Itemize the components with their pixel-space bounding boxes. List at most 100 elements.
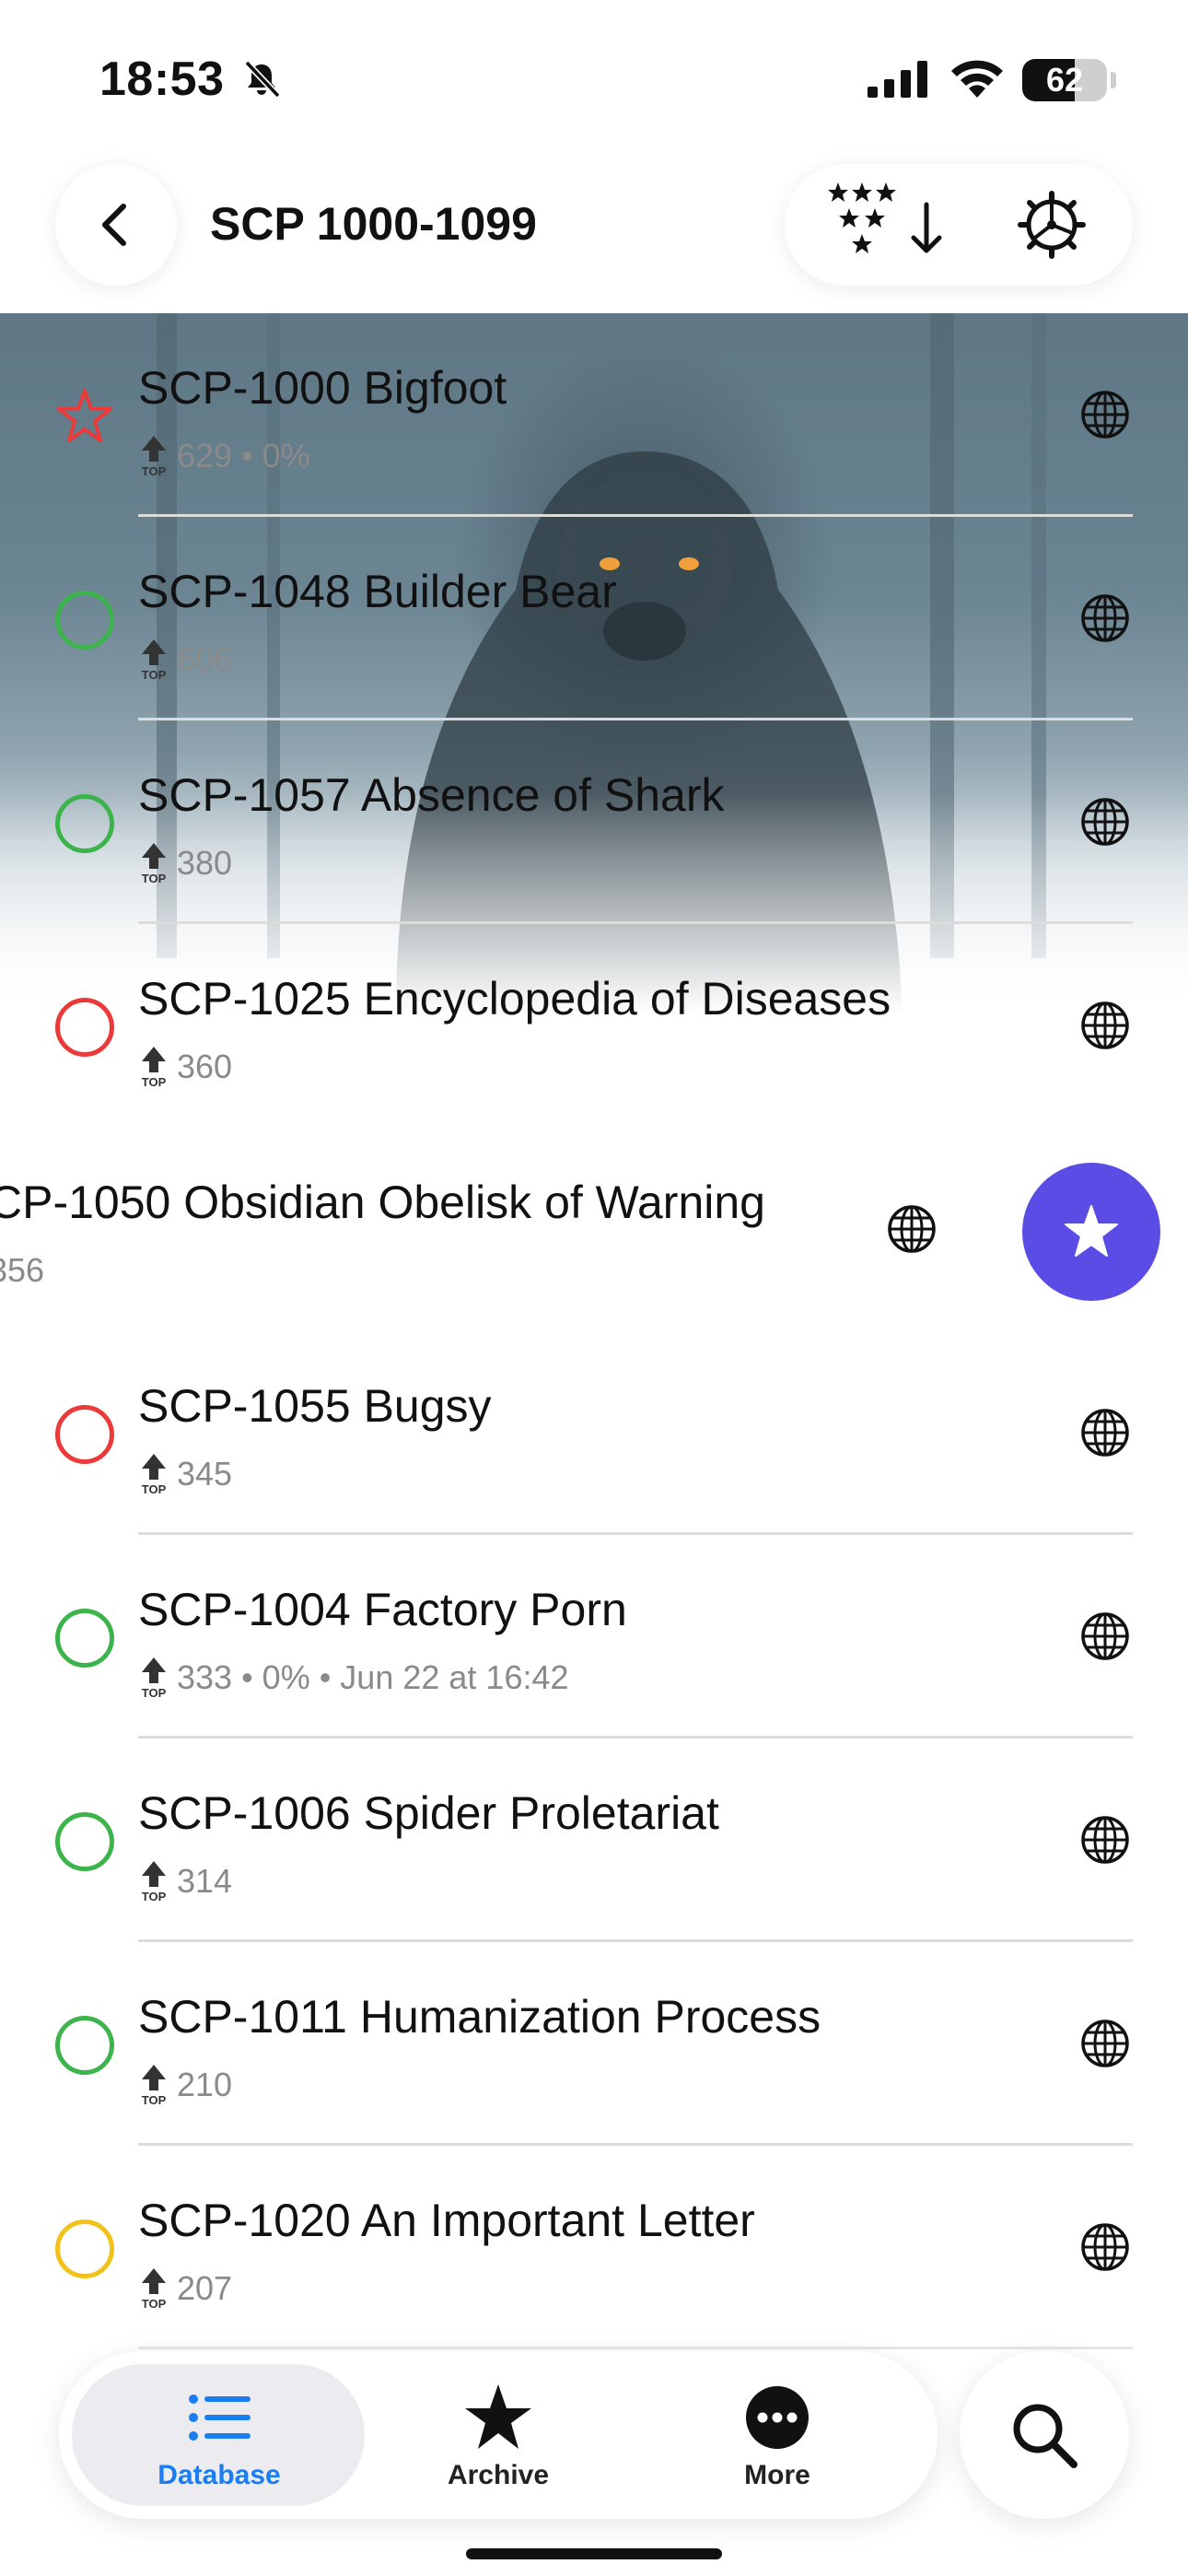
- chevron-left-icon: [102, 204, 126, 246]
- item-title: SCP-1011 Humanization Process: [138, 1991, 821, 2043]
- item-title: SCP-1020 An Important Letter: [138, 2195, 755, 2246]
- sort-button[interactable]: [812, 177, 950, 273]
- list-item[interactable]: SCP-1004 Factory Porn TOP 333 • 0% • Jun…: [0, 1535, 1188, 1739]
- top-rating-icon: TOP: [142, 1861, 167, 1903]
- status-circle-icon: [55, 794, 114, 853]
- star-outline-icon: [57, 389, 112, 442]
- status-circle-icon: [55, 591, 114, 650]
- item-meta: TOP 360: [138, 1042, 232, 1092]
- status-circle-icon: [55, 998, 114, 1057]
- cellular-signal-icon: [868, 61, 927, 98]
- globe-icon[interactable]: [1077, 998, 1133, 1053]
- search-button[interactable]: [960, 2351, 1129, 2519]
- item-meta: TOP 345: [138, 1449, 232, 1499]
- tab-label: More: [744, 2460, 810, 2490]
- status-bar: 18:53 62: [0, 0, 1188, 157]
- tab-label: Database: [157, 2460, 281, 2490]
- globe-icon[interactable]: [1077, 2219, 1133, 2275]
- battery-indicator: 62: [1022, 59, 1107, 101]
- svg-text:TOP: TOP: [142, 872, 167, 885]
- list-item[interactable]: SCP-1006 Spider Proletariat TOP 314: [0, 1739, 1188, 1942]
- item-title: CP-1050 Obsidian Obelisk of Warning: [0, 1177, 765, 1228]
- item-meta-text: 207: [177, 2269, 233, 2307]
- header-actions: [785, 164, 1133, 286]
- list-item[interactable]: SCP-1055 Bugsy TOP 345: [0, 1331, 1188, 1535]
- item-title: SCP-1000 Bigfoot: [138, 362, 507, 414]
- item-title: SCP-1048 Builder Bear: [138, 566, 617, 617]
- status-circle-icon: [55, 1405, 114, 1464]
- status-circle-icon: [55, 2016, 114, 2075]
- item-meta: TOP 629 • 0%: [138, 431, 310, 481]
- item-meta: TOP 314: [138, 1856, 232, 1906]
- page-title: SCP 1000-1099: [210, 198, 537, 250]
- globe-icon[interactable]: [1077, 387, 1133, 442]
- globe-icon[interactable]: [1077, 1405, 1133, 1460]
- tab-database[interactable]: Database: [81, 2368, 357, 2506]
- more-dots-icon: [746, 2386, 809, 2449]
- item-meta: TOP 606: [138, 635, 232, 685]
- svg-text:TOP: TOP: [142, 1075, 167, 1089]
- svg-text:TOP: TOP: [142, 1890, 167, 1903]
- item-meta: TOP 380: [138, 838, 232, 888]
- bell-slash-icon: [244, 60, 281, 99]
- battery-tip: [1111, 72, 1116, 88]
- tab-label: Archive: [447, 2460, 550, 2490]
- globe-icon[interactable]: [1077, 591, 1133, 646]
- svg-text:TOP: TOP: [142, 668, 167, 682]
- list-item[interactable]: SCP-1000 Bigfoot TOP 629 • 0%: [0, 313, 1188, 517]
- top-rating-icon: TOP: [142, 1454, 167, 1496]
- star-icon: [465, 2384, 531, 2449]
- item-meta: 356: [0, 1246, 44, 1295]
- list-icon: [189, 2395, 250, 2441]
- item-title: SCP-1004 Factory Porn: [138, 1584, 627, 1635]
- scp-list[interactable]: SCP-1000 Bigfoot TOP 629 • 0% SCP-1048 B…: [0, 313, 1188, 2576]
- status-time: 18:53: [99, 53, 225, 106]
- add-favorite-button[interactable]: [1022, 1163, 1160, 1301]
- header: SCP 1000-1099: [0, 157, 1188, 313]
- list-item[interactable]: SCP-1048 Builder Bear TOP 606: [0, 517, 1188, 720]
- list-item[interactable]: SCP-1011 Humanization Process TOP 210: [0, 1942, 1188, 2146]
- list-item-swiped[interactable]: CP-1050 Obsidian Obelisk of Warning 356: [0, 1128, 1188, 1331]
- item-meta-text: 606: [177, 640, 233, 678]
- item-meta-text: 360: [177, 1048, 233, 1085]
- list-item[interactable]: SCP-1057 Absence of Shark TOP 380: [0, 720, 1188, 924]
- item-title: SCP-1057 Absence of Shark: [138, 769, 725, 821]
- item-meta-text: 380: [177, 844, 233, 882]
- item-meta-text: 333 • 0% • Jun 22 at 16:42: [177, 1658, 569, 1696]
- item-title: SCP-1006 Spider Proletariat: [138, 1787, 719, 1839]
- status-circle-icon: [55, 1812, 114, 1871]
- top-rating-icon: TOP: [142, 843, 167, 885]
- item-title: SCP-1055 Bugsy: [138, 1380, 492, 1432]
- item-title: SCP-1025 Encyclopedia of Diseases: [138, 973, 891, 1025]
- item-meta-text: 629 • 0%: [177, 437, 310, 474]
- item-meta-text: 210: [177, 2066, 233, 2103]
- settings-wheel-icon: [1018, 191, 1086, 259]
- svg-text:TOP: TOP: [142, 1482, 167, 1496]
- globe-icon[interactable]: [1077, 794, 1133, 849]
- back-button[interactable]: [55, 164, 177, 286]
- item-meta-text: 345: [177, 1455, 233, 1493]
- item-meta: TOP 210: [138, 2060, 232, 2110]
- svg-text:TOP: TOP: [142, 464, 167, 478]
- globe-icon[interactable]: [884, 1201, 939, 1257]
- globe-icon[interactable]: [1077, 2016, 1133, 2071]
- top-rating-icon: TOP: [142, 436, 167, 478]
- item-meta: TOP 333 • 0% • Jun 22 at 16:42: [138, 1653, 569, 1703]
- top-rating-icon: TOP: [142, 639, 167, 682]
- item-meta-text: 356: [0, 1251, 45, 1289]
- home-indicator: [466, 2548, 722, 2559]
- top-rating-icon: TOP: [142, 2065, 167, 2107]
- settings-button[interactable]: [1015, 188, 1089, 262]
- star-icon: [1065, 1205, 1118, 1257]
- svg-text:TOP: TOP: [142, 2093, 167, 2107]
- tab-archive[interactable]: Archive: [360, 2368, 636, 2506]
- status-circle-icon: [55, 2219, 114, 2278]
- status-circle-icon: [55, 1609, 114, 1668]
- item-meta-text: 314: [177, 1862, 233, 1900]
- top-rating-icon: TOP: [142, 1047, 167, 1089]
- globe-icon[interactable]: [1077, 1609, 1133, 1664]
- globe-icon[interactable]: [1077, 1812, 1133, 1868]
- battery-level: 62: [1045, 61, 1084, 99]
- tab-more[interactable]: More: [639, 2368, 915, 2506]
- list-item[interactable]: SCP-1025 Encyclopedia of Diseases TOP 36…: [0, 924, 1188, 1128]
